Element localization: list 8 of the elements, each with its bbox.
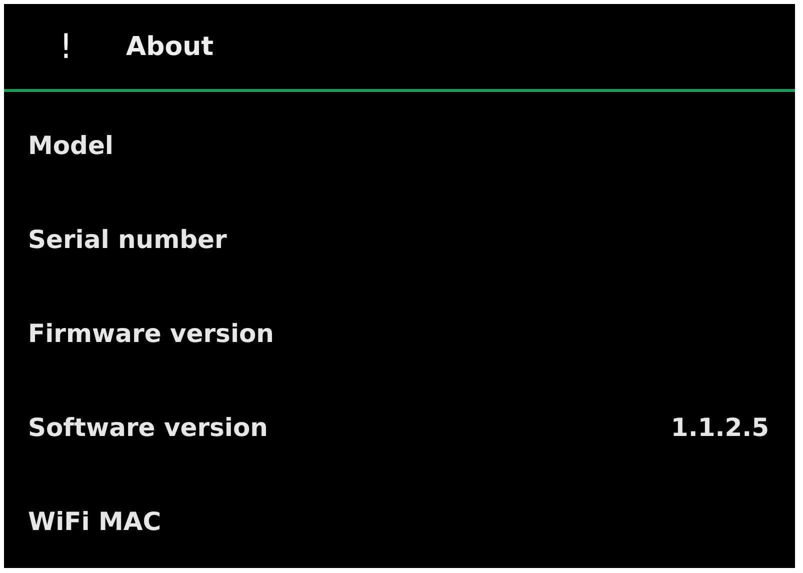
row-label: Model — [28, 130, 114, 160]
row-label: WiFi MAC — [28, 506, 162, 536]
row-label: Software version — [28, 412, 268, 442]
exclamation-icon: ! — [56, 26, 76, 66]
page-title: About — [126, 32, 214, 62]
row-label: Firmware version — [28, 318, 274, 348]
row-label: Serial number — [28, 224, 227, 254]
row-value: 1.1.2.5 — [670, 412, 769, 442]
